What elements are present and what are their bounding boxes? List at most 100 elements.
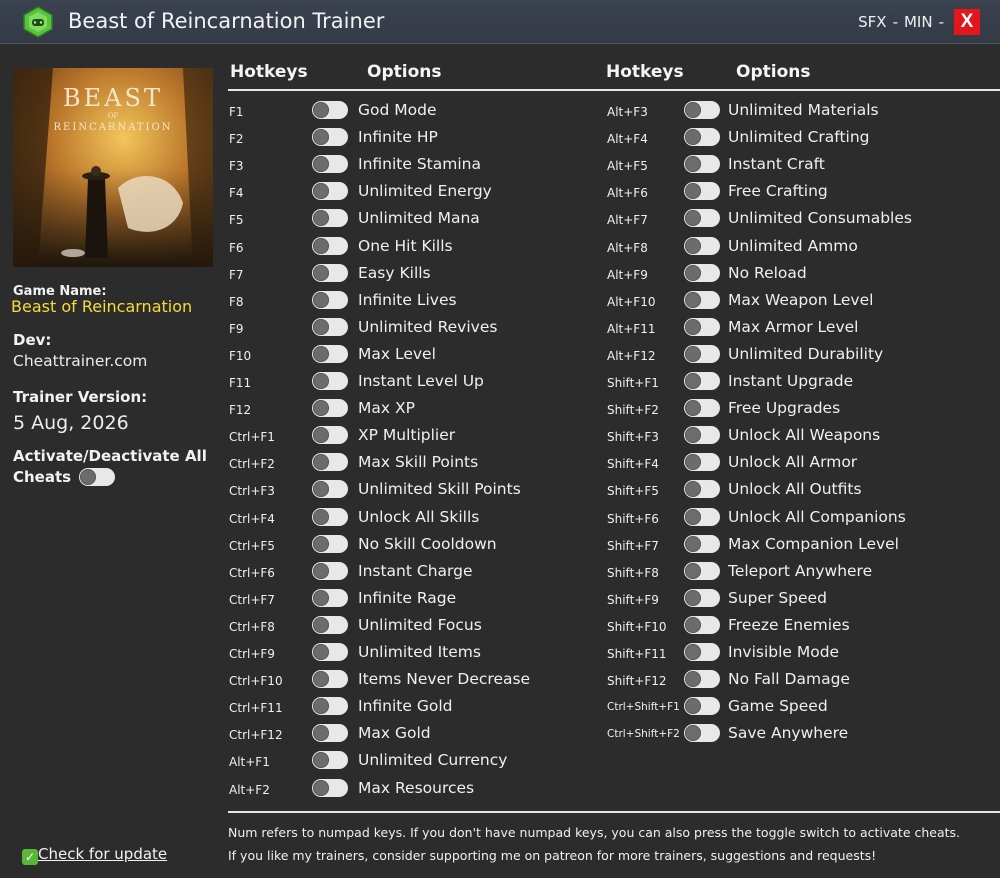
hotkey-label: Ctrl+F1 xyxy=(229,430,275,445)
option-toggle[interactable] xyxy=(684,480,720,499)
option-toggle[interactable] xyxy=(312,317,348,336)
option-toggle[interactable] xyxy=(684,453,720,472)
sfx-button[interactable]: SFX xyxy=(858,13,886,31)
option-toggle[interactable] xyxy=(684,426,720,445)
option-row: Ctrl+F12 Max Gold xyxy=(229,721,609,748)
hotkey-label: Ctrl+F6 xyxy=(229,565,275,580)
option-toggle[interactable] xyxy=(684,615,720,634)
option-label: Max Weapon Level xyxy=(728,290,874,309)
activate-all-toggle[interactable] xyxy=(79,468,116,486)
option-toggle[interactable] xyxy=(312,480,348,499)
minimize-button[interactable]: MIN xyxy=(904,13,933,31)
option-toggle[interactable] xyxy=(684,670,720,689)
option-toggle[interactable] xyxy=(684,507,720,526)
toggle-knob xyxy=(313,508,329,525)
option-toggle[interactable] xyxy=(684,263,720,282)
option-label: Max Resources xyxy=(358,778,475,797)
hotkey-label: F6 xyxy=(229,240,244,255)
hotkey-label: Ctrl+F9 xyxy=(229,647,275,661)
option-toggle[interactable] xyxy=(312,697,348,716)
hotkey-label: F3 xyxy=(229,159,244,174)
option-toggle[interactable] xyxy=(312,128,348,147)
option-toggle[interactable] xyxy=(312,588,348,607)
option-toggle[interactable] xyxy=(312,507,348,526)
option-toggle[interactable] xyxy=(684,236,720,255)
option-label: Super Speed xyxy=(728,588,827,607)
option-toggle[interactable] xyxy=(312,399,348,418)
option-toggle[interactable] xyxy=(684,317,720,336)
hotkey-label: Shift+F11 xyxy=(607,647,667,661)
option-toggle[interactable] xyxy=(684,209,720,228)
toggle-knob xyxy=(313,156,329,173)
option-toggle[interactable] xyxy=(684,561,720,580)
option-toggle[interactable] xyxy=(684,399,720,418)
option-toggle[interactable] xyxy=(684,724,720,743)
numpad-note: Num refers to numpad keys. If you don't … xyxy=(228,825,961,840)
option-toggle[interactable] xyxy=(684,534,720,553)
option-toggle[interactable] xyxy=(312,236,348,255)
option-label: Max Gold xyxy=(358,724,431,743)
option-toggle[interactable] xyxy=(312,751,348,770)
option-toggle[interactable] xyxy=(312,101,348,119)
option-toggle[interactable] xyxy=(684,643,720,661)
option-toggle[interactable] xyxy=(312,534,348,553)
toggle-knob xyxy=(685,427,701,444)
option-row: Ctrl+F11 Infinite Gold xyxy=(229,694,609,721)
toggle-knob xyxy=(313,779,329,796)
hotkey-label: Ctrl+F4 xyxy=(229,511,275,526)
option-label: No Skill Cooldown xyxy=(358,534,497,553)
option-label: Max Armor Level xyxy=(728,317,859,336)
option-row: Ctrl+F8 Unlimited Focus xyxy=(229,613,609,640)
toggle-knob xyxy=(313,264,329,281)
hotkey-label: Alt+F11 xyxy=(607,321,656,336)
option-toggle[interactable] xyxy=(312,182,348,201)
activate-all-label: Activate/Deactivate All xyxy=(13,447,207,465)
option-toggle[interactable] xyxy=(312,155,348,174)
option-row: Shift+F2 Free Upgrades xyxy=(607,396,987,423)
option-label: Unlock All Weapons xyxy=(728,426,881,445)
option-toggle[interactable] xyxy=(312,344,348,363)
update-link-text: Check for update xyxy=(38,845,168,863)
hotkey-label: Alt+F5 xyxy=(607,159,648,174)
option-toggle[interactable] xyxy=(684,344,720,363)
close-button[interactable]: X xyxy=(954,9,980,35)
trainer-version-label: Trainer Version: xyxy=(13,388,148,406)
option-toggle[interactable] xyxy=(312,724,348,743)
hotkey-label: Alt+F6 xyxy=(607,186,648,201)
cheats-label: Cheats xyxy=(13,468,72,486)
option-toggle[interactable] xyxy=(312,372,348,390)
trainer-version: 5 Aug, 2026 xyxy=(13,412,129,434)
option-toggle[interactable] xyxy=(312,426,348,445)
toggle-knob xyxy=(313,454,329,471)
patreon-note: If you like my trainers, consider suppor… xyxy=(228,848,877,863)
check-for-update-link[interactable]: ✓ Check for update xyxy=(22,845,167,865)
title-bar: Beast of Reincarnation Trainer SFX - MIN… xyxy=(0,0,1000,44)
option-label: Unlimited Durability xyxy=(728,344,884,363)
option-toggle[interactable] xyxy=(312,643,348,661)
option-toggle[interactable] xyxy=(312,615,348,634)
option-toggle[interactable] xyxy=(684,697,720,716)
option-toggle[interactable] xyxy=(684,290,720,309)
option-toggle[interactable] xyxy=(312,561,348,580)
option-toggle[interactable] xyxy=(312,290,348,309)
option-row: F7 Easy Kills xyxy=(229,261,609,288)
option-toggle[interactable] xyxy=(312,778,348,797)
option-toggle[interactable] xyxy=(312,453,348,472)
option-toggle[interactable] xyxy=(684,128,720,147)
option-toggle[interactable] xyxy=(684,101,720,119)
option-toggle[interactable] xyxy=(684,182,720,201)
option-row: Ctrl+F3 Unlimited Skill Points xyxy=(229,477,609,504)
options-header: Options xyxy=(367,62,442,82)
option-label: Unlimited Revives xyxy=(358,317,498,336)
option-toggle[interactable] xyxy=(684,372,720,390)
option-row: Shift+F6 Unlock All Companions xyxy=(607,505,987,532)
toggle-knob xyxy=(685,508,701,525)
option-toggle[interactable] xyxy=(684,588,720,607)
option-toggle[interactable] xyxy=(312,670,348,689)
checkmark-icon: ✓ xyxy=(22,849,38,865)
option-row: F11 Instant Level Up xyxy=(229,369,609,396)
option-toggle[interactable] xyxy=(312,209,348,228)
option-label: XP Multiplier xyxy=(358,426,456,445)
option-toggle[interactable] xyxy=(312,263,348,282)
option-toggle[interactable] xyxy=(684,155,720,174)
